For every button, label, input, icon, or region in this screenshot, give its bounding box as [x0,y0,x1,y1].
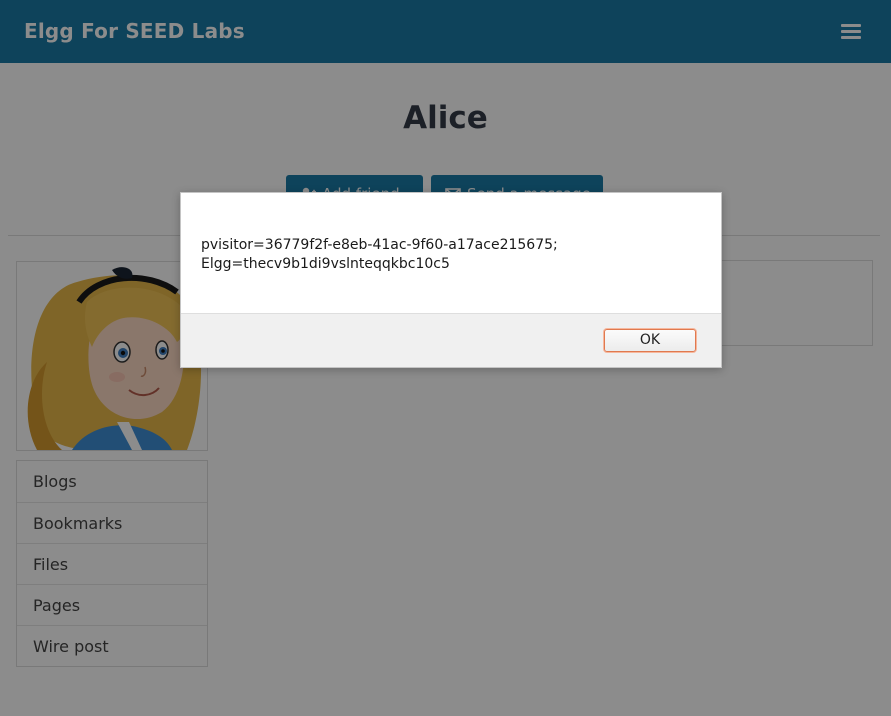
alert-dialog-body: pvisitor=36779f2f-e8eb-41ac-9f60-a17ace2… [181,193,721,313]
alert-dialog-footer: OK [181,313,721,367]
alert-message-line-1: pvisitor=36779f2f-e8eb-41ac-9f60-a17ace2… [201,237,558,253]
alert-dialog: pvisitor=36779f2f-e8eb-41ac-9f60-a17ace2… [180,192,722,368]
ok-button[interactable]: OK [604,329,696,352]
alert-message: pvisitor=36779f2f-e8eb-41ac-9f60-a17ace2… [201,236,701,274]
alert-message-line-2: Elgg=thecv9b1di9vslnteqqkbc10c5 [201,256,450,272]
